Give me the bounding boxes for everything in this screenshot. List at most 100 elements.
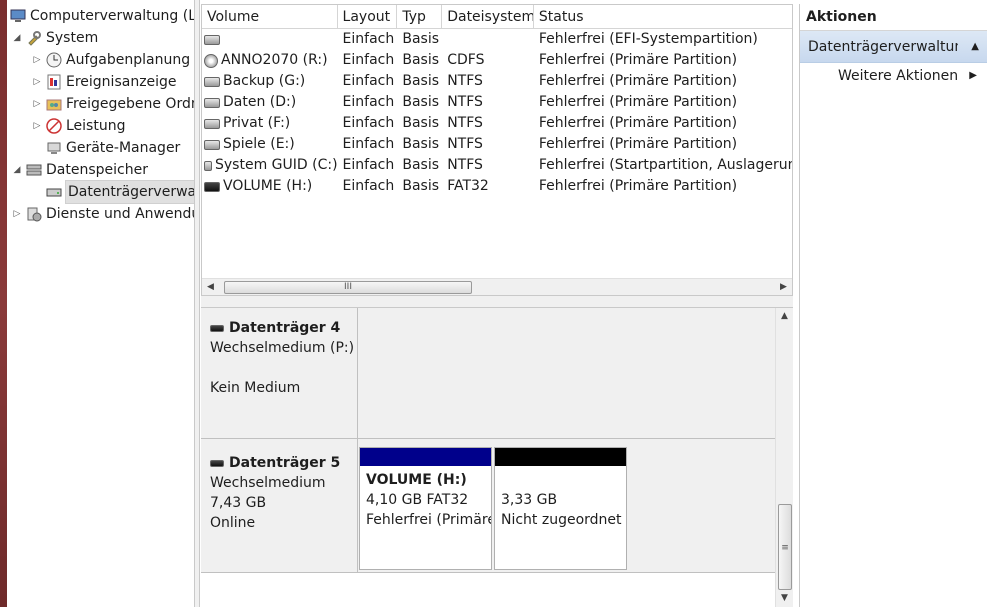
disk-management-icon [46, 184, 62, 200]
cell-typ: Basis [402, 178, 440, 194]
shared-folder-icon [46, 96, 62, 112]
cell-volume: ANNO2070 (R:) [202, 50, 338, 71]
cell-typ: Basis [402, 52, 440, 68]
tree-item-dienste[interactable]: ▷ Dienste und Anwendungen [12, 203, 194, 225]
partition-title: VOLUME (H:) [366, 472, 467, 488]
collapse-icon[interactable]: ◢ [12, 27, 22, 49]
expand-icon[interactable]: ▷ [32, 49, 42, 71]
column-header-typ[interactable]: Typ [397, 5, 443, 28]
disk-5-label[interactable]: Datenträger 5 Wechselmedium 7,43 GB Onli… [201, 439, 358, 573]
partition-volume-h[interactable]: VOLUME (H:) 4,10 GB FAT32 Fehlerfrei (Pr… [359, 447, 492, 570]
submenu-arrow-icon: ▶ [969, 70, 977, 81]
table-row[interactable]: Privat (F:) Einfach Basis NTFS Fehlerfrei (P… [202, 113, 792, 134]
cell-status: Fehlerfrei (EFI-Systempartition) [538, 31, 758, 47]
cell-dateisystem: FAT32 [447, 178, 489, 194]
table-row[interactable]: Spiele (E:) Einfach Basis NTFS Fehlerfrei (P… [202, 134, 792, 155]
cell-layout: Einfach [342, 31, 395, 47]
table-row[interactable]: ANNO2070 (R:) Einfach Basis CDFS Fehlerfrei … [202, 50, 792, 71]
event-viewer-icon [46, 74, 62, 90]
actions-pane: Aktionen Datenträgerverwaltung ▲ Weitere… [799, 4, 987, 607]
expand-icon[interactable]: ▷ [32, 71, 42, 93]
tree-splitter[interactable] [195, 0, 200, 607]
scroll-up-icon[interactable]: ▲ [776, 308, 793, 325]
cell-status: Fehlerfrei (Startpartition, Auslagerungs… [538, 157, 792, 173]
vertical-scrollbar[interactable]: ▲ ≡ ▼ [775, 308, 793, 607]
tree-item-system[interactable]: ◢ System [12, 27, 99, 49]
horizontal-scrollbar[interactable]: ◀ III ▶ [202, 278, 792, 295]
table-row[interactable]: Daten (D:) Einfach Basis NTFS Fehlerfrei (Pr… [202, 92, 792, 113]
cell-volume [202, 29, 338, 50]
tools-icon [26, 30, 42, 46]
disk-map: Datenträger 4 Wechselmedium (P:) Kein Me… [201, 308, 775, 607]
cell-dateisystem [442, 29, 534, 50]
actions-section-label: Datenträgerverwaltung [808, 38, 958, 55]
cell-status: Fehlerfrei (Primäre Partition) [538, 94, 738, 110]
tree-item-leistung[interactable]: ▷ Leistung [32, 115, 126, 137]
cell-layout: Einfach [342, 94, 395, 110]
expand-icon[interactable]: ▷ [32, 93, 42, 115]
expand-icon[interactable]: ▷ [32, 115, 42, 137]
scroll-right-icon[interactable]: ▶ [775, 279, 792, 295]
table-row[interactable]: System GUID (C:) Einfach Basis NTFS Fehlerfr… [202, 155, 792, 176]
column-header-dateisystem[interactable]: Dateisystem [442, 5, 534, 28]
cell-dateisystem: NTFS [447, 115, 483, 131]
table-row[interactable]: VOLUME (H:) Einfach Basis FAT32 Fehlerfrei (… [202, 176, 792, 197]
table-row[interactable]: Einfach Basis Fehlerfrei (EFI-Systempartit… [202, 29, 792, 50]
partition-unallocated[interactable]: 3,33 GB Nicht zugeordnet [494, 447, 627, 570]
list-header: Volume Layout Typ Dateisystem Status [202, 5, 792, 29]
partition-title [501, 470, 620, 490]
cell-volume: Backup (G:) [202, 71, 338, 92]
cell-layout: Einfach [342, 157, 395, 173]
drive-icon [204, 97, 220, 108]
horizontal-scroll-thumb[interactable]: III [224, 281, 472, 294]
partition-status: Fehlerfrei (Primäre Partition) [366, 512, 491, 528]
device-manager-icon [46, 140, 62, 156]
tree-item-freigegebene-ordner[interactable]: ▷ Freigegebene Ordner [32, 93, 194, 115]
cell-volume: System GUID (C:) [202, 155, 338, 176]
disk-5-size: 7,43 GB [210, 495, 267, 511]
expand-icon[interactable]: ▷ [12, 203, 22, 225]
cell-dateisystem: NTFS [447, 136, 483, 152]
drive-icon [204, 160, 212, 171]
cell-layout: Einfach [342, 73, 395, 89]
cell-typ: Basis [402, 157, 440, 173]
cell-layout: Einfach [342, 178, 395, 194]
tree-item-datenspeicher[interactable]: ◢ Datenspeicher [12, 159, 148, 181]
partition-status: Nicht zugeordnet [501, 512, 622, 528]
tree-item-ereignisanzeige[interactable]: ▷ Ereignisanzeige [32, 71, 177, 93]
scroll-down-icon[interactable]: ▼ [776, 590, 793, 607]
tree-item-aufgabenplanung[interactable]: ▷ Aufgabenplanung [32, 49, 191, 71]
computer-management-icon [10, 8, 26, 24]
tree-item-datentraegerverwaltung[interactable]: Datenträgerverwaltung [46, 180, 194, 204]
scroll-left-icon[interactable]: ◀ [202, 279, 219, 295]
table-row[interactable]: Backup (G:) Einfach Basis NTFS Fehlerfrei (P… [202, 71, 792, 92]
cell-volume: Privat (F:) [202, 113, 338, 134]
disk-5-name: Datenträger 5 [229, 455, 341, 471]
services-icon [26, 206, 42, 222]
vertical-scroll-thumb[interactable]: ≡ [778, 504, 792, 590]
collapse-up-icon[interactable]: ▲ [971, 31, 979, 63]
cell-status: Fehlerfrei (Primäre Partition) [538, 115, 738, 131]
drive-icon [204, 76, 220, 87]
disk-4-name: Datenträger 4 [229, 320, 341, 336]
partition-size: 3,33 GB [501, 492, 558, 508]
cell-volume: Daten (D:) [202, 92, 338, 113]
collapse-icon[interactable]: ◢ [12, 159, 22, 181]
usb-drive-icon [204, 181, 220, 192]
cell-dateisystem: NTFS [447, 73, 483, 89]
pane-splitter[interactable] [201, 296, 793, 308]
actions-section-datentraegerverwaltung[interactable]: Datenträgerverwaltung ▲ [800, 31, 987, 63]
cell-dateisystem: CDFS [447, 52, 485, 68]
disk-4-label[interactable]: Datenträger 4 Wechselmedium (P:) Kein Me… [201, 308, 358, 439]
column-header-volume[interactable]: Volume [202, 5, 338, 28]
disk-5-type: Wechselmedium [210, 475, 326, 491]
cell-layout: Einfach [342, 115, 395, 131]
disk-5-state: Online [210, 515, 256, 531]
weitere-aktionen-item[interactable]: Weitere Aktionen ▶ [800, 63, 987, 89]
column-header-layout[interactable]: Layout [338, 5, 398, 28]
partition-color-bar [360, 448, 491, 466]
cd-drive-icon [204, 53, 218, 68]
tree-item-geraete-manager[interactable]: Geräte-Manager [46, 137, 180, 159]
tree-item-root[interactable]: Computerverwaltung (Lokal) [10, 5, 194, 27]
column-header-status[interactable]: Status [534, 5, 792, 28]
